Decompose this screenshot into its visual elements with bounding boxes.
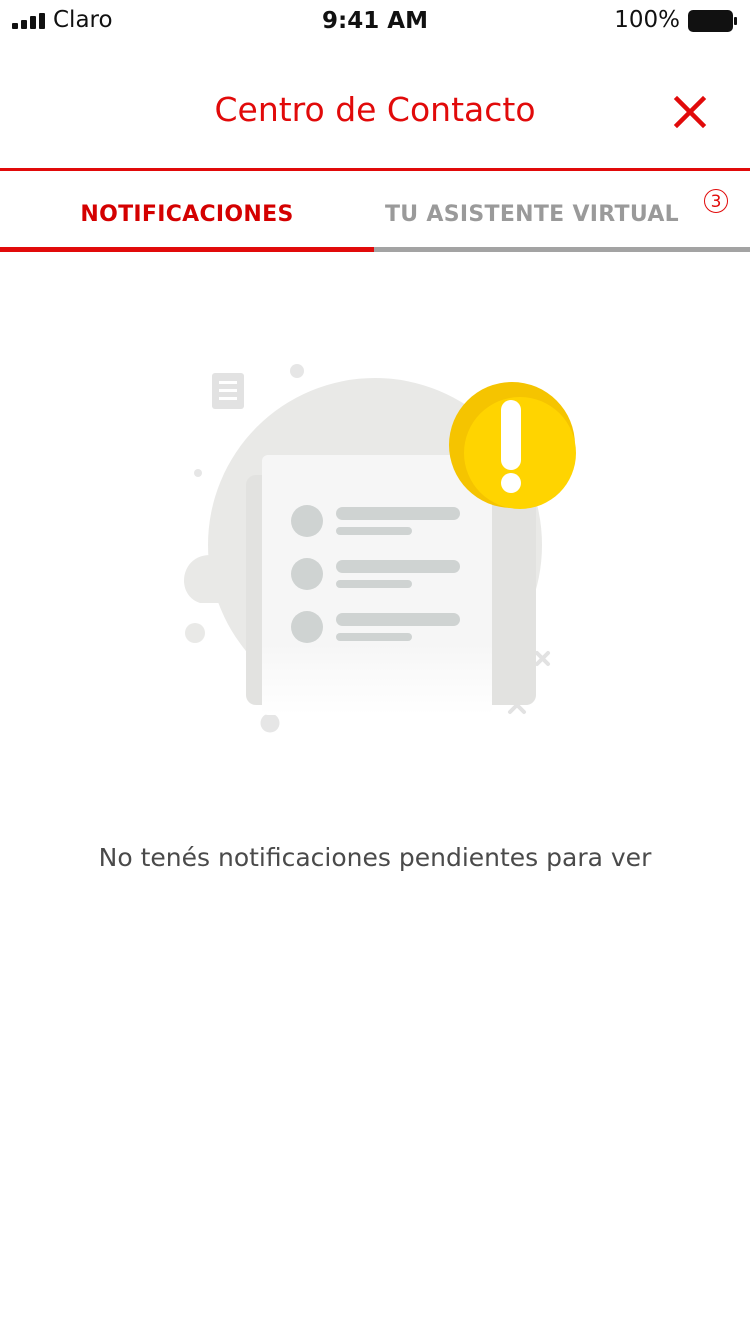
tab-label: TU ASISTENTE VIRTUAL xyxy=(385,202,679,227)
tab-indicator xyxy=(374,247,750,252)
page-title: Centro de Contacto xyxy=(214,90,536,129)
list-icon xyxy=(212,373,244,409)
alert-icon xyxy=(449,382,576,509)
tab-active-indicator xyxy=(0,247,374,252)
tab-asistente-virtual[interactable]: TU ASISTENTE VIRTUAL 3 xyxy=(374,171,750,252)
tab-bar: NOTIFICACIONES TU ASISTENTE VIRTUAL 3 xyxy=(0,168,750,252)
unread-count-badge: 3 xyxy=(704,189,728,213)
empty-notifications-illustration xyxy=(183,364,576,733)
close-icon[interactable] xyxy=(672,94,708,130)
header: Centro de Contacto xyxy=(0,42,750,168)
tab-label: NOTIFICACIONES xyxy=(80,202,294,227)
status-bar: Claro 9:41 AM 100% xyxy=(0,0,750,42)
battery-icon xyxy=(688,10,737,32)
tab-notificaciones[interactable]: NOTIFICACIONES xyxy=(0,171,374,252)
battery-percent: 100% xyxy=(614,7,680,33)
empty-state-message: No tenés notificaciones pendientes para … xyxy=(98,843,652,872)
